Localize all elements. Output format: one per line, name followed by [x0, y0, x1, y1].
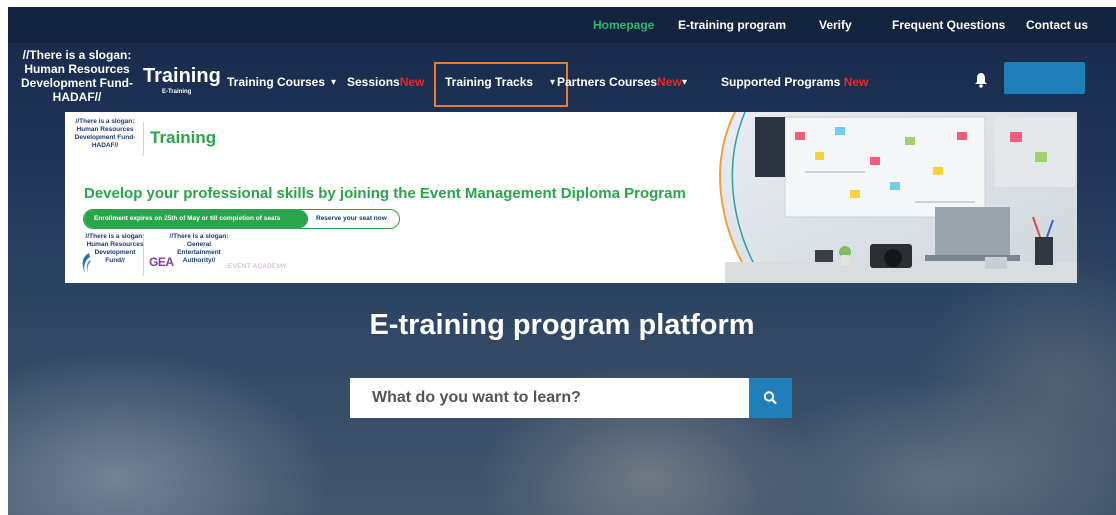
search-input[interactable]: [350, 378, 749, 418]
header-slogan: //There is a slogan: Human Resources Dev…: [20, 48, 133, 104]
menu-sessions-label: Sessions: [347, 75, 400, 89]
menu-training-tracks[interactable]: Training Tracks: [445, 75, 533, 89]
new-badge: New: [843, 75, 869, 89]
nav-link-frequent-questions[interactable]: Frequent Questions: [892, 18, 1005, 32]
chevron-down-icon[interactable]: ▾: [550, 77, 555, 88]
divider: [143, 122, 144, 156]
menu-sessions[interactable]: SessionsNew: [347, 75, 424, 89]
hadaf-logo-text: //There is a slogan: Human Resources Dev…: [85, 233, 145, 264]
banner-headline: Develop your professional skills by join…: [84, 185, 686, 202]
brand-logo[interactable]: Training: [143, 65, 221, 88]
bell-icon[interactable]: [974, 72, 988, 88]
menu-supported-programs[interactable]: Supported Programs New: [721, 75, 868, 89]
banner-brand: Training: [150, 128, 217, 147]
search-button[interactable]: [749, 378, 792, 418]
menu-training-courses[interactable]: Training Courses: [227, 75, 325, 89]
new-badge: New: [399, 75, 425, 89]
top-bar: Homepage E-training program Verify Frequ…: [8, 7, 1116, 43]
banner-photo: [719, 112, 1077, 283]
enrollment-notice: Enrollment expires on 25th of May or til…: [84, 210, 308, 228]
search-icon: [763, 391, 777, 405]
enrollment-pill[interactable]: Enrollment expires on 25th of May or til…: [83, 209, 400, 229]
nav-link-verify[interactable]: Verify: [819, 18, 852, 32]
divider: [143, 236, 144, 276]
nav-link-e-training-program[interactable]: E-training program: [678, 18, 786, 32]
page: Homepage E-training program Verify Frequ…: [8, 7, 1116, 515]
nav-link-homepage[interactable]: Homepage: [593, 18, 654, 32]
menu-partners-courses[interactable]: Partners CoursesNew: [557, 75, 682, 89]
new-badge: New: [657, 75, 682, 89]
gea-logo-text: //There is a slogan: General Entertainme…: [169, 233, 229, 264]
brand-subtitle: E-Training: [162, 89, 192, 95]
banner-slogan: //There is a slogan: Human Resources Dev…: [74, 118, 136, 149]
menu-partners-courses-label: Partners Courses: [557, 75, 658, 89]
chevron-down-icon[interactable]: ▾: [682, 77, 687, 88]
promo-banner[interactable]: //There is a slogan: Human Resources Dev…: [65, 112, 1077, 283]
menu-supported-programs-label: Supported Programs: [721, 75, 841, 89]
login-button[interactable]: [1004, 62, 1085, 94]
chevron-down-icon[interactable]: ▾: [331, 77, 336, 88]
hero-title: E-training program platform: [369, 309, 755, 341]
reserve-seat-link[interactable]: Reserve your seat now: [316, 210, 387, 228]
nav-link-contact-us[interactable]: Contact us: [1026, 18, 1088, 32]
event-academy-logo: EVENT ACADEMY: [228, 263, 288, 270]
